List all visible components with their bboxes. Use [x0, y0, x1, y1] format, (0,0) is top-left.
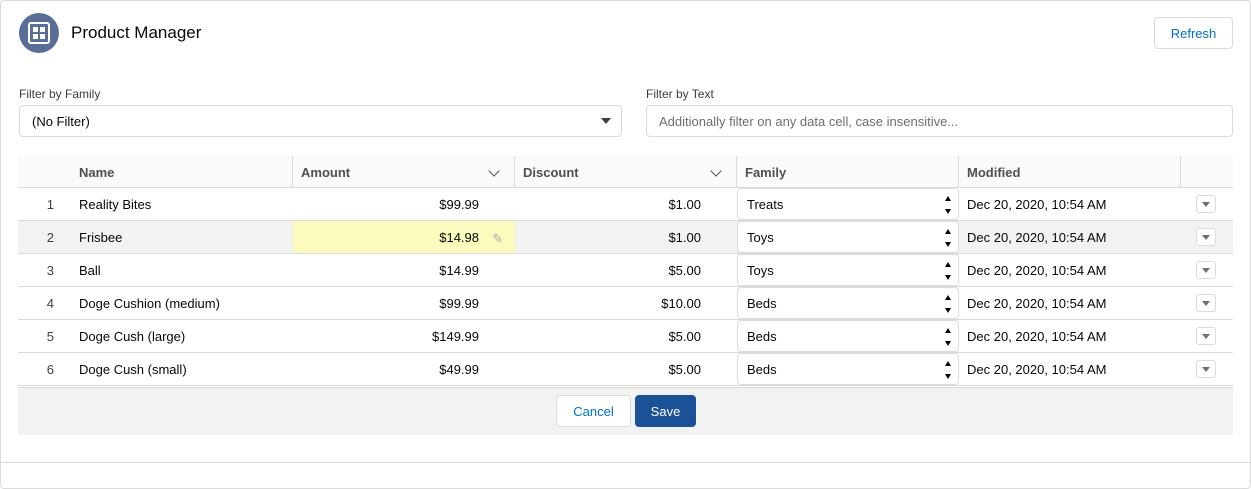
modified-cell: Dec 20, 2020, 10:54 AM — [967, 295, 1107, 311]
discount-cell[interactable]: $5.00 — [515, 254, 737, 286]
modified-cell: Dec 20, 2020, 10:54 AM — [967, 229, 1107, 245]
filter-text-label: Filter by Text — [646, 87, 714, 101]
name-cell[interactable]: Doge Cush (small) — [79, 353, 187, 385]
caret-down-icon — [1202, 202, 1210, 207]
row-number: 2 — [46, 229, 54, 245]
table-row: 4 Doge Cushion (medium) $99.99 $10.00 Be… — [18, 287, 1233, 320]
family-value: Beds — [747, 361, 777, 377]
amount-cell[interactable]: $14.99 — [293, 254, 515, 286]
product-manager-card: Product Manager Refresh Filter by Family… — [0, 0, 1251, 489]
table-row: 6 Doge Cush (small) $49.99 $5.00 Beds De… — [18, 353, 1233, 386]
table-row: 1 Reality Bites $99.99 $1.00 Treats Dec … — [18, 188, 1233, 221]
amount-cell[interactable]: $49.99 — [293, 353, 515, 385]
name-cell[interactable]: Doge Cush (large) — [79, 320, 185, 352]
name-cell[interactable]: Ball — [79, 254, 101, 286]
modified-cell: Dec 20, 2020, 10:54 AM — [967, 262, 1107, 278]
page-title: Product Manager — [71, 23, 202, 42]
up-down-arrows-icon — [944, 295, 952, 313]
caret-down-icon — [1202, 235, 1210, 240]
up-down-arrows-icon — [944, 361, 952, 379]
row-actions-button[interactable] — [1196, 195, 1216, 213]
row-actions-button[interactable] — [1196, 360, 1216, 378]
up-down-arrows-icon — [944, 328, 952, 346]
save-button[interactable]: Save — [635, 395, 696, 427]
caret-down-icon — [1202, 268, 1210, 273]
family-select[interactable]: Beds — [737, 353, 959, 385]
pencil-edit-icon[interactable]: ✎ — [492, 231, 503, 247]
column-header-discount-label: Discount — [523, 164, 579, 180]
name-cell[interactable]: Reality Bites — [79, 188, 151, 220]
row-number: 3 — [46, 262, 54, 278]
modified-cell: Dec 20, 2020, 10:54 AM — [967, 196, 1107, 212]
cancel-button[interactable]: Cancel — [556, 395, 631, 427]
app-grid-icon — [19, 13, 59, 53]
column-header-name[interactable]: Name — [79, 156, 293, 188]
filter-family-label: Filter by Family — [19, 87, 101, 101]
amount-value: $14.98 — [439, 229, 479, 245]
name-cell[interactable]: Frisbee — [79, 221, 122, 253]
table-row: 5 Doge Cush (large) $149.99 $5.00 Beds D… — [18, 320, 1233, 353]
caret-down-icon — [1202, 301, 1210, 306]
amount-cell-edited[interactable]: $14.98 ✎ — [293, 221, 515, 253]
family-select[interactable]: Beds — [737, 287, 959, 319]
discount-cell[interactable]: $1.00 — [515, 221, 737, 253]
chevron-down-icon[interactable] — [488, 165, 500, 177]
family-value: Beds — [747, 295, 777, 311]
caret-down-icon — [1202, 367, 1210, 372]
caret-down-icon — [601, 118, 611, 124]
table-header: Name Amount Discount Family Modified — [18, 156, 1233, 188]
family-select[interactable]: Toys — [737, 221, 959, 253]
up-down-arrows-icon — [944, 262, 952, 280]
row-number: 5 — [46, 328, 54, 344]
card-header: Product Manager — [19, 13, 201, 53]
amount-cell[interactable]: $99.99 — [293, 287, 515, 319]
column-header-modified[interactable]: Modified — [959, 156, 1181, 188]
products-table: Name Amount Discount Family Modified 1 R… — [18, 156, 1233, 386]
column-header-amount-label: Amount — [301, 164, 351, 180]
row-actions-button[interactable] — [1196, 261, 1216, 279]
column-header-discount[interactable]: Discount — [515, 156, 737, 188]
modified-cell: Dec 20, 2020, 10:54 AM — [967, 328, 1107, 344]
up-down-arrows-icon — [944, 229, 952, 247]
row-actions-button[interactable] — [1196, 327, 1216, 345]
family-select[interactable]: Toys — [737, 254, 959, 286]
discount-cell[interactable]: $10.00 — [515, 287, 737, 319]
caret-down-icon — [1202, 334, 1210, 339]
row-number: 1 — [46, 196, 54, 212]
column-header-amount[interactable]: Amount — [293, 156, 515, 188]
family-filter-value: (No Filter) — [32, 113, 90, 129]
family-value: Beds — [747, 328, 777, 344]
name-cell[interactable]: Doge Cushion (medium) — [79, 287, 220, 319]
up-down-arrows-icon — [944, 196, 952, 214]
refresh-button[interactable]: Refresh — [1154, 17, 1233, 49]
row-actions-button[interactable] — [1196, 228, 1216, 246]
row-number: 4 — [46, 295, 54, 311]
amount-cell[interactable]: $99.99 — [293, 188, 515, 220]
row-number: 6 — [46, 361, 54, 377]
family-select[interactable]: Treats — [737, 188, 959, 220]
family-value: Toys — [747, 229, 774, 245]
discount-cell[interactable]: $5.00 — [515, 320, 737, 352]
discount-cell[interactable]: $1.00 — [515, 188, 737, 220]
family-value: Toys — [747, 262, 774, 278]
discount-cell[interactable]: $5.00 — [515, 353, 737, 385]
modified-cell: Dec 20, 2020, 10:54 AM — [967, 361, 1107, 377]
table-row: 2 Frisbee $14.98 ✎ $1.00 Toys Dec 20, 20… — [18, 221, 1233, 254]
amount-cell[interactable]: $149.99 — [293, 320, 515, 352]
text-filter-input[interactable] — [646, 105, 1233, 137]
family-value: Treats — [747, 196, 784, 212]
chevron-down-icon[interactable] — [710, 165, 722, 177]
family-filter-select[interactable]: (No Filter) — [19, 105, 622, 137]
card-footer-divider — [1, 462, 1250, 463]
table-row: 3 Ball $14.99 $5.00 Toys Dec 20, 2020, 1… — [18, 254, 1233, 287]
column-header-family[interactable]: Family — [737, 156, 959, 188]
row-actions-button[interactable] — [1196, 294, 1216, 312]
family-select[interactable]: Beds — [737, 320, 959, 352]
